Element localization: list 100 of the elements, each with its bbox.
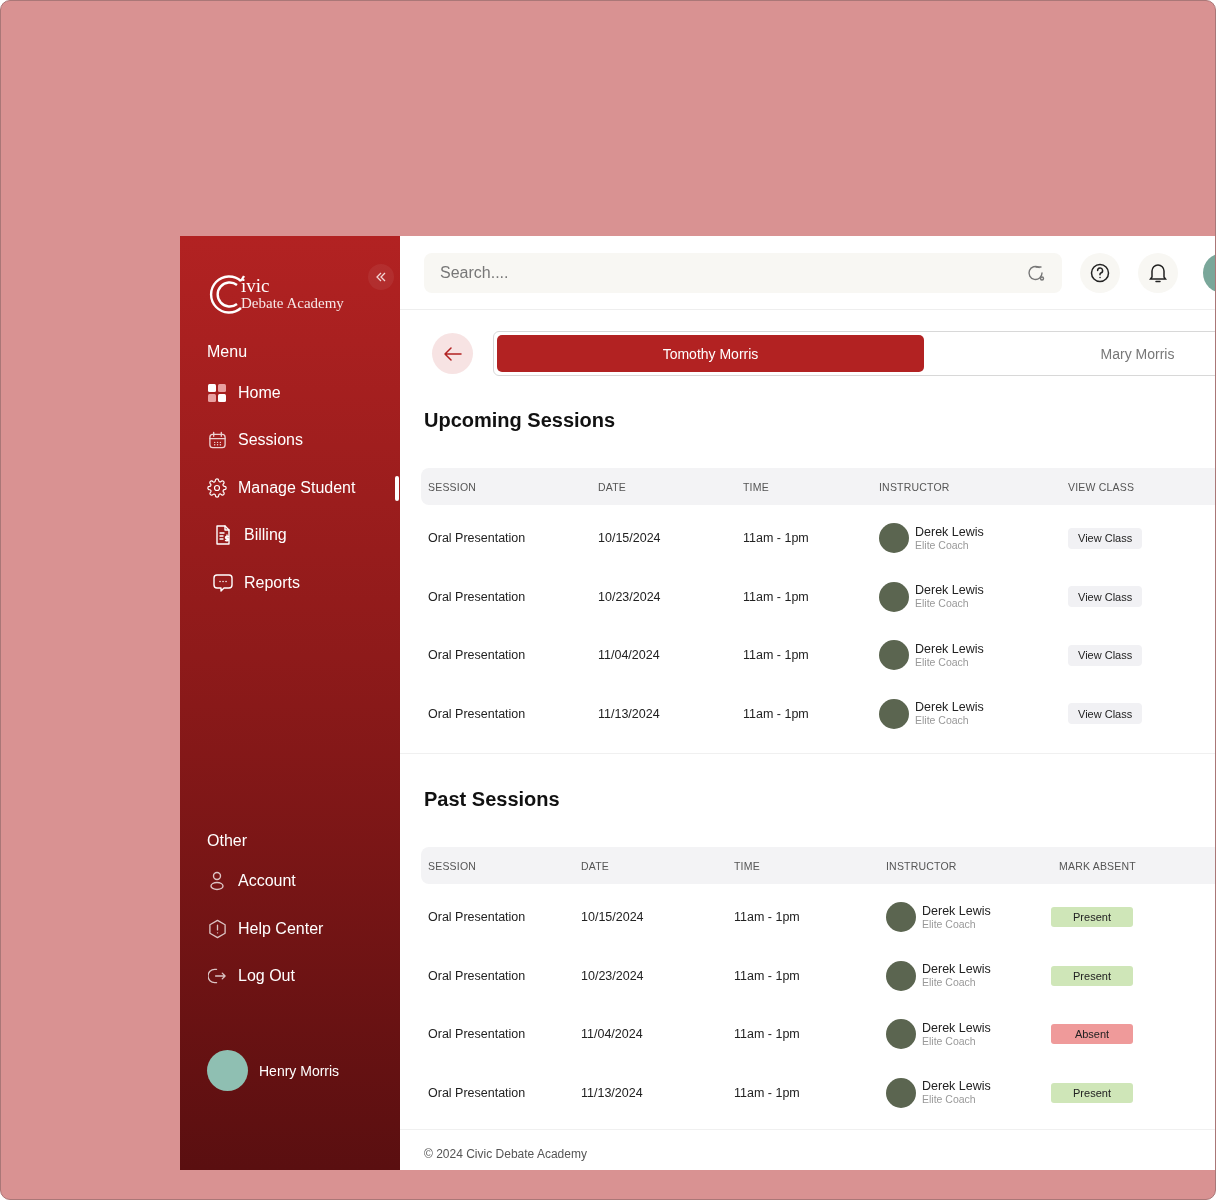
instructor-name: Derek Lewis (915, 524, 984, 539)
avatar (879, 698, 909, 729)
column-header: INSTRUCTOR (878, 480, 951, 493)
chat-icon (213, 572, 233, 593)
column-header: SESSION (427, 480, 478, 493)
column-header: MARK ABSENT (1058, 859, 1137, 872)
sidebar-item[interactable]: Log Out (207, 952, 295, 1000)
logout-icon (207, 967, 227, 986)
table-cell-text: Oral Presentation (427, 910, 527, 925)
table-cell-text: 11am - 1pm (733, 1027, 801, 1042)
instructor-name: Derek Lewis (922, 1079, 991, 1094)
avatar (886, 1019, 916, 1050)
instructor-name: Derek Lewis (922, 903, 991, 918)
view-class-button[interactable]: View Class (1068, 527, 1143, 549)
instructor-role: Elite Coach (922, 1034, 977, 1048)
sidebar-item[interactable]: Sessions (207, 416, 303, 464)
back-button[interactable] (432, 333, 473, 374)
sidebar-item[interactable]: Account (207, 857, 296, 905)
back-arrow-icon (443, 346, 462, 361)
table-cell-text: 10/23/2024 (580, 968, 645, 983)
instructor-name: Derek Lewis (915, 641, 984, 656)
avatar (879, 523, 909, 554)
settings-icon (207, 477, 227, 498)
instructor-role: Elite Coach (915, 655, 970, 669)
instructor-role: Elite Coach (922, 917, 977, 931)
student-tab[interactable]: Tomothy Morris (497, 335, 924, 372)
avatar (879, 640, 909, 671)
sidebar-item[interactable]: Manage Student (207, 464, 356, 512)
table-cell-text: 11am - 1pm (733, 1085, 801, 1100)
column-header: DATE (580, 859, 611, 872)
table-cell-text: 11/13/2024 (597, 706, 661, 721)
instructor-name: Derek Lewis (922, 1020, 991, 1035)
avatar (886, 960, 916, 991)
user-name: Henry Morris (259, 1062, 340, 1079)
instructor-name: Derek Lewis (915, 583, 984, 598)
table-cell-text: Oral Presentation (427, 1085, 527, 1100)
status-button[interactable]: Absent (1051, 1024, 1133, 1045)
table-cell-text: Oral Presentation (427, 706, 527, 721)
logo-subtitle: Debate Academy (241, 295, 344, 312)
instructor-role: Elite Coach (915, 714, 970, 728)
instructor-role: Elite Coach (922, 976, 977, 990)
instructor-name: Derek Lewis (922, 962, 991, 977)
table-cell-text: 11am - 1pm (742, 531, 810, 546)
calendar-icon (207, 430, 227, 450)
notifications-button[interactable] (1138, 252, 1178, 293)
instructor-name: Derek Lewis (915, 700, 984, 715)
table-cell-text: 11am - 1pm (742, 589, 810, 604)
instructor-role: Elite Coach (922, 1093, 977, 1107)
table-cell-text: 10/23/2024 (597, 589, 662, 604)
footer-text: © 2024 Civic Debate Academy (423, 1146, 587, 1161)
table-cell-text: 11am - 1pm (733, 910, 801, 925)
invoice-icon (213, 525, 233, 546)
sidebar-item[interactable]: Billing (207, 511, 287, 559)
search-field[interactable]: Search.... (424, 252, 1062, 293)
column-header: VIEW CLASS (1067, 480, 1136, 493)
warning-hexagon-icon (207, 918, 227, 939)
view-class-button[interactable]: View Class (1068, 586, 1143, 608)
status-button[interactable]: Present (1051, 907, 1133, 928)
column-header: INSTRUCTOR (885, 859, 958, 872)
table-cell-text: 11/13/2024 (580, 1085, 644, 1100)
table-cell-text: 10/15/2024 (597, 531, 662, 546)
table-cell-text: Oral Presentation (427, 589, 527, 604)
status-button[interactable]: Present (1051, 1082, 1133, 1103)
table-cell-text: 11am - 1pm (733, 968, 801, 983)
table-cell-text: 11/04/2024 (580, 1027, 644, 1042)
instructor-role: Elite Coach (915, 538, 970, 552)
collapse-button[interactable] (368, 264, 394, 290)
table-cell-text: Oral Presentation (427, 1027, 527, 1042)
view-class-button[interactable]: View Class (1068, 703, 1143, 725)
column-header: TIME (742, 480, 770, 493)
logo-title: ivic (241, 276, 271, 295)
sidebar-item[interactable]: Reports (207, 559, 301, 607)
double-chevron-left-icon (375, 271, 387, 283)
section-title: Past Sessions (423, 787, 560, 812)
table-cell-text: Oral Presentation (427, 531, 527, 546)
table-cell-text: 11am - 1pm (742, 706, 810, 721)
column-header: SESSION (427, 859, 478, 872)
avatar (886, 902, 916, 933)
view-class-button[interactable]: View Class (1068, 644, 1143, 666)
help-button[interactable] (1080, 252, 1120, 293)
student-tab[interactable]: Mary Morris (924, 335, 1215, 372)
avatar (207, 1050, 248, 1091)
person-icon (207, 871, 227, 892)
status-button[interactable]: Present (1051, 965, 1133, 986)
column-header: TIME (733, 859, 761, 872)
grid-icon (207, 383, 227, 402)
section-heading: Other (207, 831, 247, 850)
section-title: Upcoming Sessions (423, 408, 616, 433)
sidebar-item[interactable]: Help Center (207, 905, 324, 953)
column-header: DATE (597, 480, 628, 493)
table-cell-text: 10/15/2024 (580, 910, 645, 925)
section-heading: Menu (207, 343, 248, 361)
avatar (886, 1077, 916, 1108)
help-icon (1090, 262, 1110, 283)
table-cell-text: Oral Presentation (427, 968, 527, 983)
sidebar-item[interactable]: Home (207, 369, 281, 417)
table-cell-text: Oral Presentation (427, 648, 527, 663)
table-cell-text: 11/04/2024 (597, 648, 661, 663)
avatar (879, 581, 909, 612)
bell-icon (1149, 262, 1167, 283)
